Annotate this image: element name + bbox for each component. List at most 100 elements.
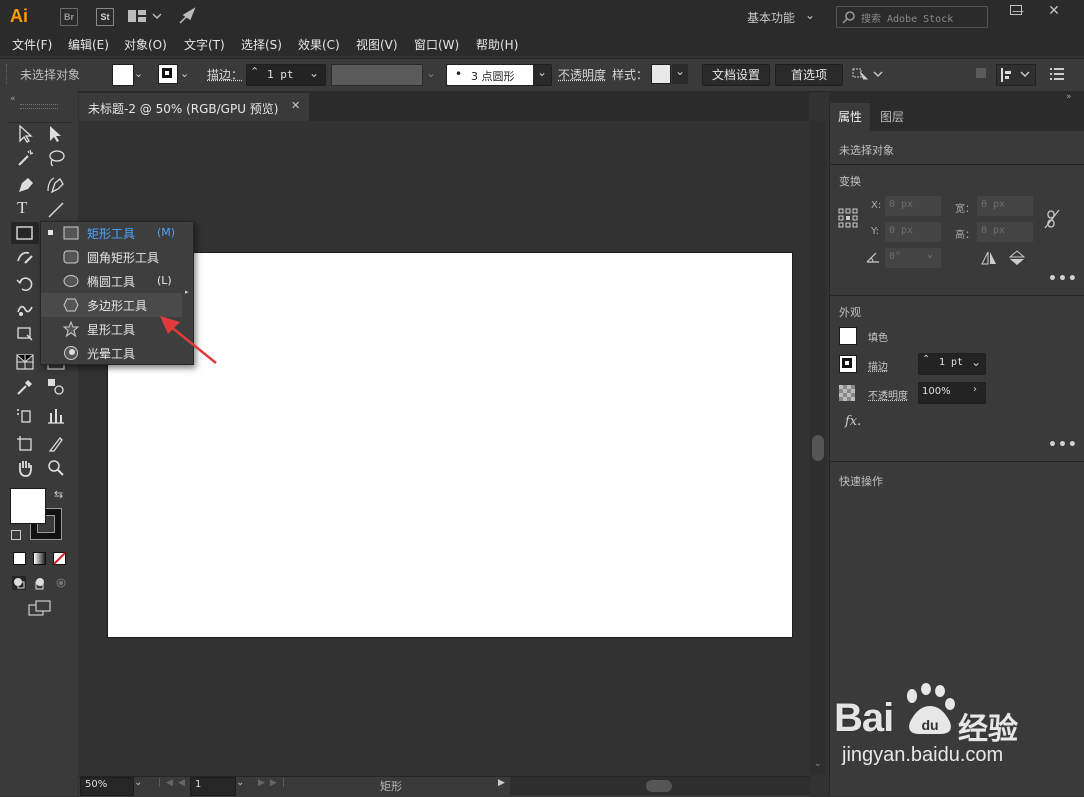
flyout-item-ellipse[interactable]: 椭圆工具 (L)	[41, 269, 193, 293]
menu-file[interactable]: 文件(F)	[12, 36, 52, 53]
change-screen-mode-icon[interactable]	[28, 600, 52, 616]
eyedropper-tool-icon[interactable]	[15, 377, 35, 397]
constrain-proportions-icon[interactable]	[1044, 209, 1060, 229]
first-artboard-icon[interactable]: |◀◀	[158, 778, 190, 788]
stroke-weight-field[interactable]: ⌃ 1 pt ⌄	[246, 64, 326, 86]
opacity-checker-icon[interactable]	[839, 385, 855, 401]
flip-horizontal-icon[interactable]	[981, 251, 997, 265]
swap-colors-icon[interactable]: ⇆	[54, 488, 63, 501]
slice-tool-icon[interactable]	[46, 434, 66, 454]
appearance-opacity-label[interactable]: 不透明度	[868, 387, 908, 402]
none-mode-icon[interactable]	[53, 552, 66, 565]
blend-tool-icon[interactable]	[46, 377, 66, 397]
stock-search-input[interactable]: 搜索 Adobe Stock	[836, 6, 988, 28]
stock-button[interactable]: St	[96, 8, 114, 26]
scroll-down-icon[interactable]: ⌄	[814, 759, 822, 769]
draw-behind-icon[interactable]	[33, 576, 47, 590]
pen-tool-icon[interactable]	[16, 175, 36, 195]
artboard-dropdown-icon[interactable]: ⌄	[236, 777, 244, 788]
menu-effect[interactable]: 效果(C)	[298, 36, 340, 53]
artboard-number-field[interactable]: 1	[190, 777, 236, 796]
stroke-label[interactable]: 描边：	[207, 66, 243, 83]
close-tab-icon[interactable]: ✕	[291, 99, 300, 112]
default-colors-icon[interactable]	[11, 530, 21, 540]
height-field[interactable]: 0 px	[976, 221, 1034, 243]
selection-tool-icon[interactable]	[16, 124, 36, 144]
magic-wand-tool-icon[interactable]	[16, 148, 36, 168]
menu-window[interactable]: 窗口(W)	[414, 36, 459, 53]
more-appearance-options-icon[interactable]: •••	[1048, 437, 1078, 453]
arrange-documents-icon[interactable]	[128, 9, 162, 23]
stepper-icon[interactable]: ⌃	[922, 354, 930, 365]
y-field[interactable]: 0 px	[884, 221, 942, 243]
vertical-scrollbar[interactable]: ⌄	[810, 121, 826, 775]
zoom-tool-icon[interactable]	[46, 458, 66, 478]
perspective-grid-tool-icon[interactable]	[15, 352, 35, 372]
maximize-icon[interactable]	[1010, 5, 1022, 15]
artboard-tool-icon[interactable]	[15, 434, 35, 454]
appearance-stroke-swatch[interactable]	[839, 355, 857, 373]
stroke-swatch[interactable]	[158, 64, 178, 84]
document-setup-button[interactable]: 文档设置	[702, 64, 770, 86]
flyout-item-rounded-rectangle[interactable]: 圆角矩形工具	[41, 245, 193, 269]
tools-grip[interactable]	[20, 104, 58, 109]
direct-selection-tool-icon[interactable]	[46, 124, 66, 144]
flyout-item-rectangle[interactable]: 矩形工具 (M)	[41, 221, 193, 245]
shaper-tool-icon[interactable]	[15, 247, 35, 267]
symbol-sprayer-tool-icon[interactable]	[15, 405, 35, 425]
lasso-tool-icon[interactable]	[46, 148, 66, 168]
document-tab[interactable]: 未标题-2 @ 50% (RGB/GPU 预览) ✕	[79, 93, 309, 121]
menu-object[interactable]: 对象(O)	[124, 36, 167, 53]
column-graph-tool-icon[interactable]	[46, 405, 66, 425]
color-mode-icon[interactable]	[13, 552, 26, 565]
fill-swatch[interactable]	[112, 64, 134, 86]
curvature-tool-icon[interactable]	[46, 175, 66, 195]
tab-properties[interactable]: 属性	[830, 103, 870, 131]
gpu-performance-icon[interactable]	[178, 7, 196, 25]
profile-dropdown-icon[interactable]: ⌄	[426, 66, 436, 80]
panel-menu-icon[interactable]	[1050, 68, 1064, 80]
select-similar-icon[interactable]	[852, 66, 884, 82]
menu-edit[interactable]: 编辑(E)	[68, 36, 109, 53]
x-field[interactable]: 0 px	[884, 195, 942, 217]
rectangle-tool-icon[interactable]	[15, 223, 35, 243]
stroke-dropdown-icon[interactable]: ⌄	[180, 67, 189, 80]
fill-dropdown-icon[interactable]: ⌄	[134, 67, 143, 80]
horizontal-scrollbar[interactable]	[510, 777, 810, 795]
width-field[interactable]: 0 px	[976, 195, 1034, 217]
brush-definition-dropdown[interactable]: • 3 点圆形 ⌄	[446, 64, 552, 86]
fill-color-swatch[interactable]	[10, 488, 46, 524]
scrollbar-thumb[interactable]	[812, 435, 824, 461]
menu-view[interactable]: 视图(V)	[356, 36, 398, 53]
reference-point-icon[interactable]	[838, 208, 858, 228]
stepper-icon[interactable]: ⌃	[250, 65, 259, 78]
graphic-style-swatch[interactable]	[651, 64, 671, 84]
menu-select[interactable]: 选择(S)	[241, 36, 282, 53]
draw-inside-icon[interactable]	[54, 576, 68, 590]
menu-help[interactable]: 帮助(H)	[476, 36, 518, 53]
style-dropdown-icon[interactable]: ⌄	[672, 64, 688, 84]
horizontal-scrollbar-thumb[interactable]	[646, 780, 672, 792]
tab-layers[interactable]: 图层	[872, 103, 912, 131]
menu-type[interactable]: 文字(T)	[184, 36, 225, 53]
zoom-dropdown-icon[interactable]: ⌄	[134, 777, 142, 788]
appearance-stroke-weight-field[interactable]: ⌃ 1 pt ⌄	[918, 353, 986, 375]
rotate-tool-icon[interactable]	[15, 274, 35, 294]
angle-field[interactable]: 0° ⌄	[884, 247, 942, 269]
arrange-panel-button[interactable]	[996, 64, 1036, 86]
flip-vertical-icon[interactable]	[1009, 250, 1025, 266]
variable-width-profile[interactable]	[331, 64, 423, 86]
workspace-switcher[interactable]: 基本功能 ⌄	[747, 8, 815, 26]
opacity-label[interactable]: 不透明度	[558, 66, 606, 83]
last-artboard-icon[interactable]: ▶▶|	[258, 778, 290, 788]
gradient-mode-icon[interactable]	[33, 552, 46, 565]
appearance-fill-swatch[interactable]	[839, 327, 857, 345]
appearance-stroke-label[interactable]: 描边	[868, 358, 888, 373]
status-menu-icon[interactable]: ▶	[498, 778, 505, 788]
more-transform-options-icon[interactable]: •••	[1048, 271, 1078, 287]
free-transform-tool-icon[interactable]	[15, 323, 35, 343]
collapse-panels-icon[interactable]: »	[1066, 92, 1072, 102]
line-segment-tool-icon[interactable]	[46, 200, 66, 220]
type-tool-icon[interactable]: T	[17, 198, 27, 218]
control-bar-grip[interactable]	[6, 64, 9, 84]
